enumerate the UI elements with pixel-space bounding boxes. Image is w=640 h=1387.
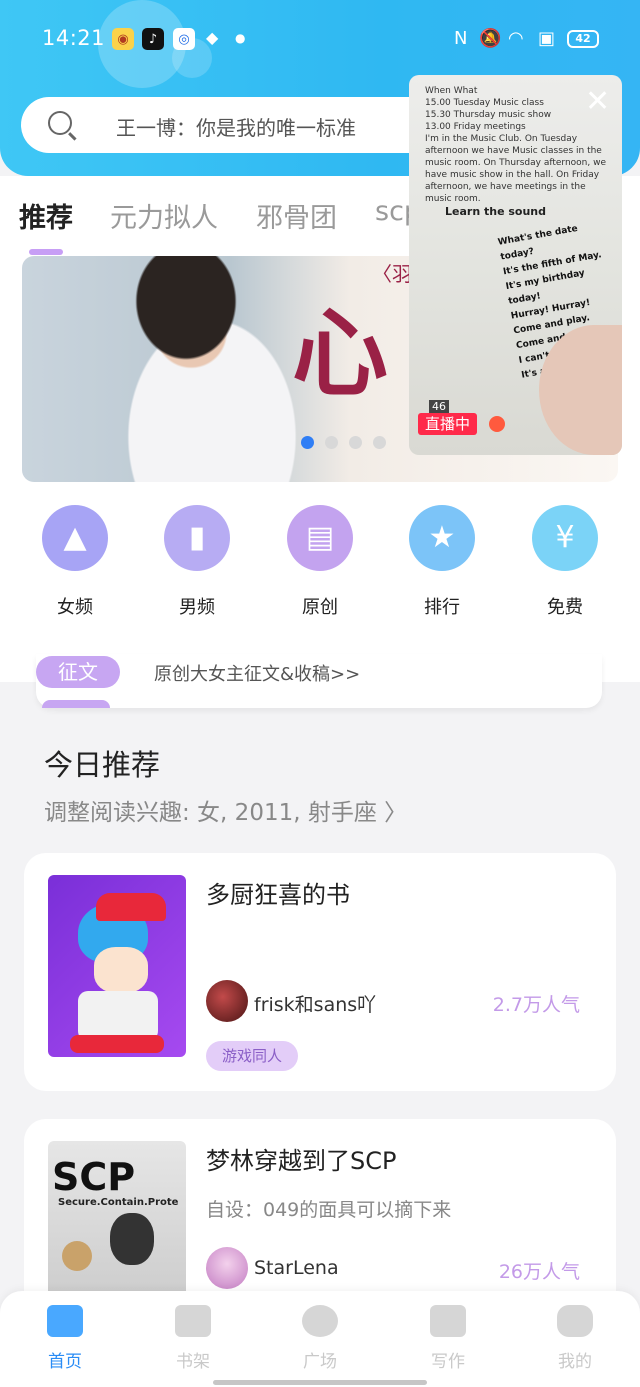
nfc-icon: N — [454, 28, 468, 49]
nav-label: 首页 — [48, 1352, 82, 1372]
category-label: 排行 — [424, 597, 460, 618]
app-circle-icon: ◎ — [173, 28, 195, 50]
nav-bookshelf[interactable]: 书架 — [153, 1305, 233, 1372]
author-avatar[interactable] — [206, 1247, 248, 1289]
pip-page-number: 46 — [429, 400, 449, 413]
book-description: 自设：049的面具可以摘下来 — [206, 1199, 452, 1221]
pen-icon — [430, 1305, 466, 1337]
section-title: 今日推荐 — [44, 748, 161, 782]
status-bar: 14:21 ◉ ♪ ◎ ◆ ● N 🔕 ◠ ▣ 42 — [0, 22, 640, 58]
cover-character-mask — [110, 1213, 154, 1265]
trophy-icon: ★ — [428, 520, 456, 555]
nav-home[interactable]: 首页 — [25, 1305, 105, 1372]
pip-heading: Learn the sound — [445, 205, 546, 218]
nav-label: 广场 — [303, 1352, 337, 1372]
status-time: 14:21 — [42, 26, 106, 50]
cover-subtitle: Secure.Contain.Prote — [58, 1197, 179, 1208]
nav-write[interactable]: 写作 — [408, 1305, 488, 1372]
book-icon: ▤ — [305, 520, 335, 555]
category-female[interactable]: ▲ 女频 — [35, 505, 115, 619]
coin-icon: ¥ — [555, 520, 575, 555]
category-label: 原创 — [302, 597, 338, 618]
cover-character-small — [62, 1241, 92, 1271]
live-badge: 直播中 — [418, 413, 477, 435]
category-ranking[interactable]: ★ 排行 — [402, 505, 482, 619]
genre-tag[interactable]: 游戏同人 — [206, 1041, 299, 1071]
category-label: 女频 — [57, 597, 93, 618]
nav-square[interactable]: 广场 — [280, 1305, 360, 1372]
book-title: 多厨狂喜的书 — [206, 881, 350, 909]
tab-yuanli[interactable]: 元力拟人 — [110, 196, 218, 235]
banner-art-text: 心 — [292, 297, 388, 410]
cover-title: SCP — [52, 1155, 136, 1199]
sim-icon: ▣ — [538, 28, 556, 49]
cover-character-shoes — [70, 1035, 164, 1053]
notice-banner[interactable]: 征文 原创大女主征文&收稿>> — [36, 654, 602, 708]
more-notifications-dot: ● — [235, 31, 246, 45]
close-icon[interactable]: ✕ — [585, 87, 610, 117]
cover-character-cap — [96, 893, 166, 921]
cover-character-shirt — [78, 991, 158, 1041]
category-male[interactable]: ▮ 男频 — [157, 505, 237, 619]
layers-icon: ◆ — [206, 28, 219, 47]
book-card[interactable]: SCP Secure.Contain.Prote 梦林穿越到了SCP 自设：04… — [24, 1119, 616, 1323]
chat-icon — [557, 1305, 593, 1337]
planet-icon — [302, 1305, 338, 1337]
book-popularity: 2.7万人气 — [492, 994, 580, 1016]
notice-tag: 征文 — [36, 656, 120, 688]
notice-text[interactable]: 原创大女主征文&收稿>> — [154, 660, 360, 686]
search-placeholder: 王一博：你是我的唯一标准 — [116, 116, 356, 140]
book-author: StarLena — [254, 1257, 339, 1279]
home-indicator[interactable] — [213, 1380, 427, 1385]
home-icon — [47, 1305, 83, 1337]
category-label: 免费 — [547, 597, 583, 618]
author-avatar[interactable] — [206, 980, 248, 1022]
book-card[interactable]: 多厨狂喜的书 frisk和sans吖 2.7万人气 游戏同人 — [24, 853, 616, 1091]
category-free[interactable]: ¥ 免费 — [525, 505, 605, 619]
shirt-icon: ▮ — [188, 520, 206, 555]
wifi-icon: ◠ — [508, 28, 524, 49]
banner-small-text: 〈羽 — [372, 262, 412, 286]
tab-active-indicator — [29, 249, 63, 255]
category-label: 男频 — [179, 597, 215, 618]
weibo-icon: ◉ — [112, 28, 134, 50]
nav-label: 我的 — [558, 1352, 592, 1372]
nav-label: 写作 — [431, 1352, 465, 1372]
tab-scp[interactable]: scp — [375, 196, 410, 227]
dress-icon: ▲ — [63, 520, 87, 555]
search-bar[interactable]: 王一博：你是我的唯一标准 — [21, 97, 441, 153]
book-author: frisk和sans吖 — [254, 994, 377, 1016]
category-original[interactable]: ▤ 原创 — [280, 505, 360, 619]
banner-pagination — [301, 436, 386, 449]
banner-dot[interactable] — [373, 436, 386, 449]
battery-indicator: 42 — [567, 30, 599, 48]
tiktok-icon: ♪ — [142, 28, 164, 50]
book-popularity: 26万人气 — [498, 1261, 580, 1283]
tab-recommend[interactable]: 推荐 — [19, 196, 73, 235]
interest-settings-link[interactable]: 调整阅读兴趣: 女, 2011, 射手座 〉 — [44, 793, 407, 827]
bookshelf-icon — [175, 1305, 211, 1337]
book-title: 梦林穿越到了SCP — [206, 1147, 397, 1175]
live-indicator-dot — [489, 416, 505, 432]
banner-dot[interactable] — [301, 436, 314, 449]
book-cover[interactable] — [48, 875, 186, 1057]
nav-label: 书架 — [176, 1352, 210, 1372]
tab-xiegu[interactable]: 邪骨团 — [256, 196, 337, 235]
banner-dot[interactable] — [325, 436, 338, 449]
bottom-navigation: 首页 书架 广场 写作 我的 — [0, 1291, 640, 1387]
live-stream-pip[interactable]: When What 15.00 Tuesday Music class 15.3… — [409, 75, 622, 455]
nav-profile[interactable]: 我的 — [535, 1305, 615, 1372]
search-icon — [48, 111, 72, 135]
mute-icon: 🔕 — [479, 28, 502, 49]
notice-tag-next — [42, 700, 110, 708]
banner-dot[interactable] — [349, 436, 362, 449]
cover-character-face — [94, 947, 148, 993]
